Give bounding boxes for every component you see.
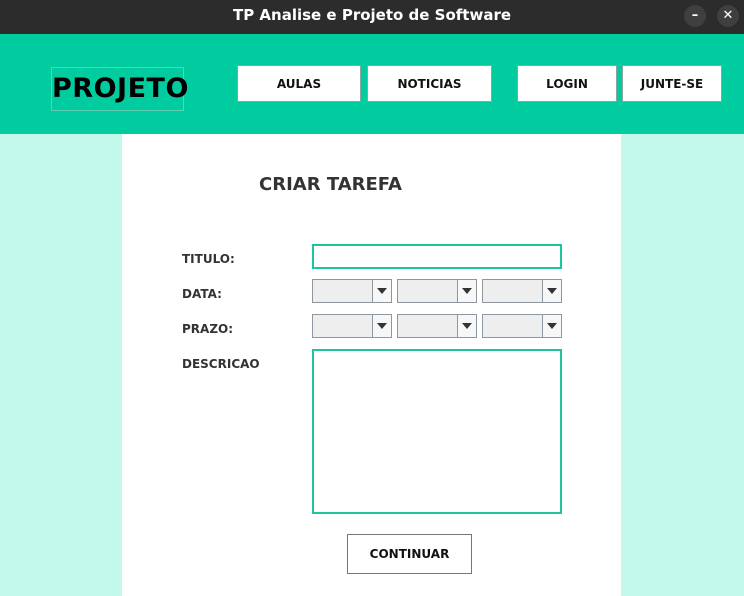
chevron-down-icon[interactable] xyxy=(542,280,561,302)
window-title: TP Analise e Projeto de Software xyxy=(232,6,512,24)
data-year-select[interactable] xyxy=(482,279,562,303)
logo[interactable]: PROJETO xyxy=(51,67,188,111)
chevron-down-icon[interactable] xyxy=(457,315,476,337)
nav-button-login[interactable]: LOGIN xyxy=(517,65,617,102)
chevron-down-icon[interactable] xyxy=(542,315,561,337)
descricao-textarea[interactable] xyxy=(312,349,562,514)
app-header: PROJETO AULAS NOTICIAS LOGIN JUNTE-SE xyxy=(0,34,744,134)
data-label: DATA: xyxy=(182,287,222,301)
close-icon[interactable]: ✕ xyxy=(717,5,739,27)
data-day-select[interactable] xyxy=(312,279,392,303)
chevron-down-icon[interactable] xyxy=(372,280,391,302)
titulo-input[interactable] xyxy=(312,244,562,269)
nav-button-junte-se[interactable]: JUNTE-SE xyxy=(622,65,722,102)
prazo-month-select[interactable] xyxy=(397,314,477,338)
nav-button-noticias[interactable]: NOTICIAS xyxy=(367,65,492,102)
form-panel: CRIAR TAREFA TITULO: DATA: PRAZO: DESCRI… xyxy=(122,134,621,596)
titulo-label: TITULO: xyxy=(182,252,235,266)
prazo-label: PRAZO: xyxy=(182,322,234,336)
page-title: CRIAR TAREFA xyxy=(259,174,402,195)
nav-button-aulas[interactable]: AULAS xyxy=(237,65,361,102)
continue-button[interactable]: CONTINUAR xyxy=(347,534,472,574)
chevron-down-icon[interactable] xyxy=(457,280,476,302)
chevron-down-icon[interactable] xyxy=(372,315,391,337)
minimize-icon[interactable]: – xyxy=(684,5,706,27)
prazo-day-select[interactable] xyxy=(312,314,392,338)
descricao-label: DESCRICAO xyxy=(182,357,260,371)
data-month-select[interactable] xyxy=(397,279,477,303)
window-titlebar: TP Analise e Projeto de Software – ✕ xyxy=(0,0,744,34)
prazo-year-select[interactable] xyxy=(482,314,562,338)
